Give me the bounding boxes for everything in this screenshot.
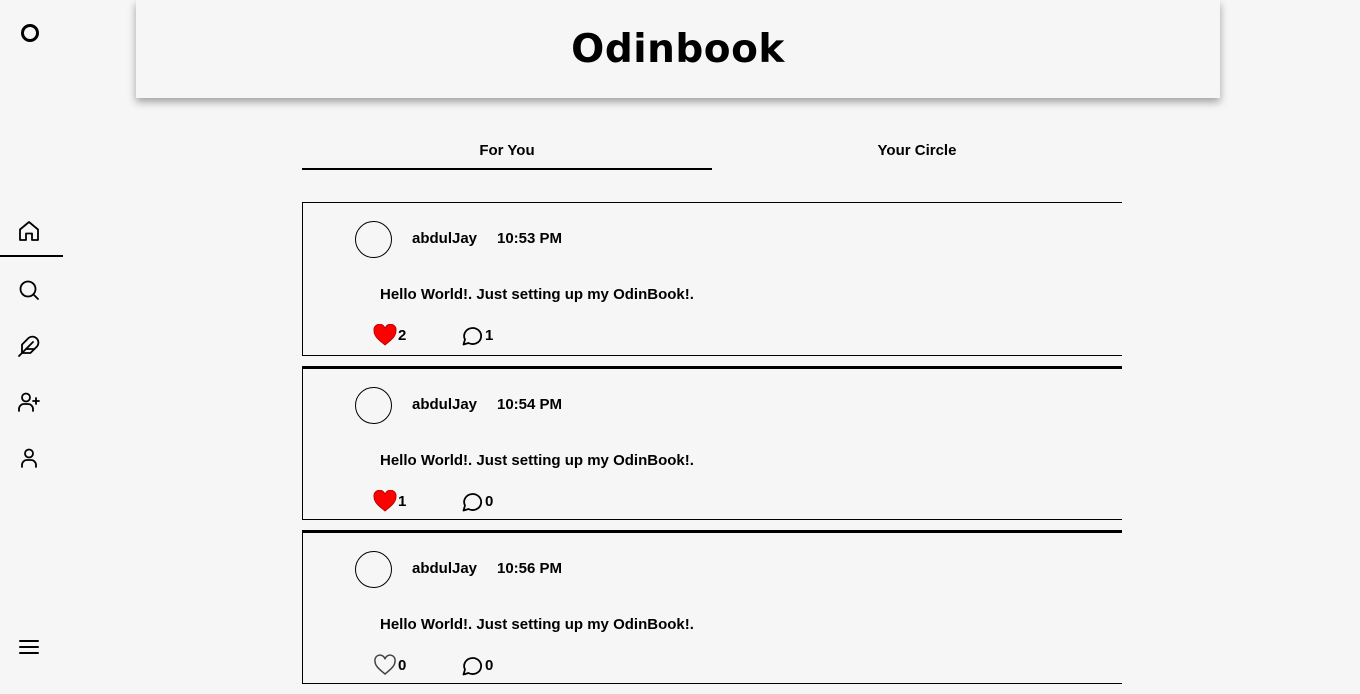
sidebar-item-home[interactable] xyxy=(0,207,63,257)
user-icon xyxy=(21,448,37,468)
like-count: 1 xyxy=(398,492,407,510)
comment-count: 0 xyxy=(485,656,494,674)
avatar[interactable] xyxy=(355,387,392,424)
sidebar-item-add-friend[interactable] xyxy=(0,377,63,427)
post-username[interactable]: abdulJay xyxy=(412,230,477,247)
heart-outline-icon xyxy=(374,654,396,675)
post-time: 10:54 PM xyxy=(497,396,563,413)
avatar[interactable] xyxy=(355,221,392,258)
home-icon xyxy=(19,221,39,241)
post-card: abdulJay 10:56 PM Hello World!. Just set… xyxy=(302,530,1122,684)
post-content: Hello World!. Just setting up my OdinBoo… xyxy=(380,616,694,633)
like-button[interactable]: 0 xyxy=(373,654,406,676)
post-content: Hello World!. Just setting up my OdinBoo… xyxy=(380,452,694,469)
post-card: abdulJay 10:53 PM Hello World!. Just set… xyxy=(302,202,1122,356)
post-time: 10:53 PM xyxy=(497,230,563,247)
heart-filled-icon xyxy=(373,324,397,346)
like-count: 2 xyxy=(398,326,407,344)
tab-for-you[interactable]: For You xyxy=(302,130,712,170)
feed-tabs: For You Your Circle xyxy=(302,130,1122,170)
header: Odinbook xyxy=(136,0,1220,98)
sidebar-item-create-post[interactable] xyxy=(0,321,63,371)
comment-button[interactable]: 0 xyxy=(460,654,493,676)
post-content: Hello World!. Just setting up my OdinBoo… xyxy=(380,286,694,303)
comment-icon xyxy=(462,327,483,346)
avatar[interactable] xyxy=(355,551,392,588)
sidebar-item-profile[interactable] xyxy=(0,433,63,483)
comment-count: 1 xyxy=(485,326,494,344)
comment-count: 0 xyxy=(485,492,494,510)
comment-icon xyxy=(462,657,483,676)
post-username[interactable]: abdulJay xyxy=(412,396,477,413)
search-icon xyxy=(19,280,39,300)
feather-icon xyxy=(18,335,40,357)
post-feed: abdulJay 10:53 PM Hello World!. Just set… xyxy=(302,202,1122,694)
logo-circle-icon[interactable] xyxy=(21,24,39,42)
like-button[interactable]: 2 xyxy=(373,324,406,346)
heart-filled-icon xyxy=(373,490,397,512)
app-title: Odinbook xyxy=(571,26,785,72)
user-plus-icon xyxy=(18,392,40,412)
comment-icon xyxy=(462,493,483,512)
comment-button[interactable]: 0 xyxy=(460,490,493,512)
sidebar xyxy=(0,0,63,676)
comment-button[interactable]: 1 xyxy=(460,324,493,346)
post-username[interactable]: abdulJay xyxy=(412,560,477,577)
like-button[interactable]: 1 xyxy=(373,490,406,512)
post-card: abdulJay 10:54 PM Hello World!. Just set… xyxy=(302,366,1122,520)
hamburger-menu-icon[interactable] xyxy=(17,635,41,659)
sidebar-item-search[interactable] xyxy=(0,265,63,315)
tab-your-circle[interactable]: Your Circle xyxy=(712,130,1122,170)
like-count: 0 xyxy=(398,656,407,674)
post-time: 10:56 PM xyxy=(497,560,563,577)
